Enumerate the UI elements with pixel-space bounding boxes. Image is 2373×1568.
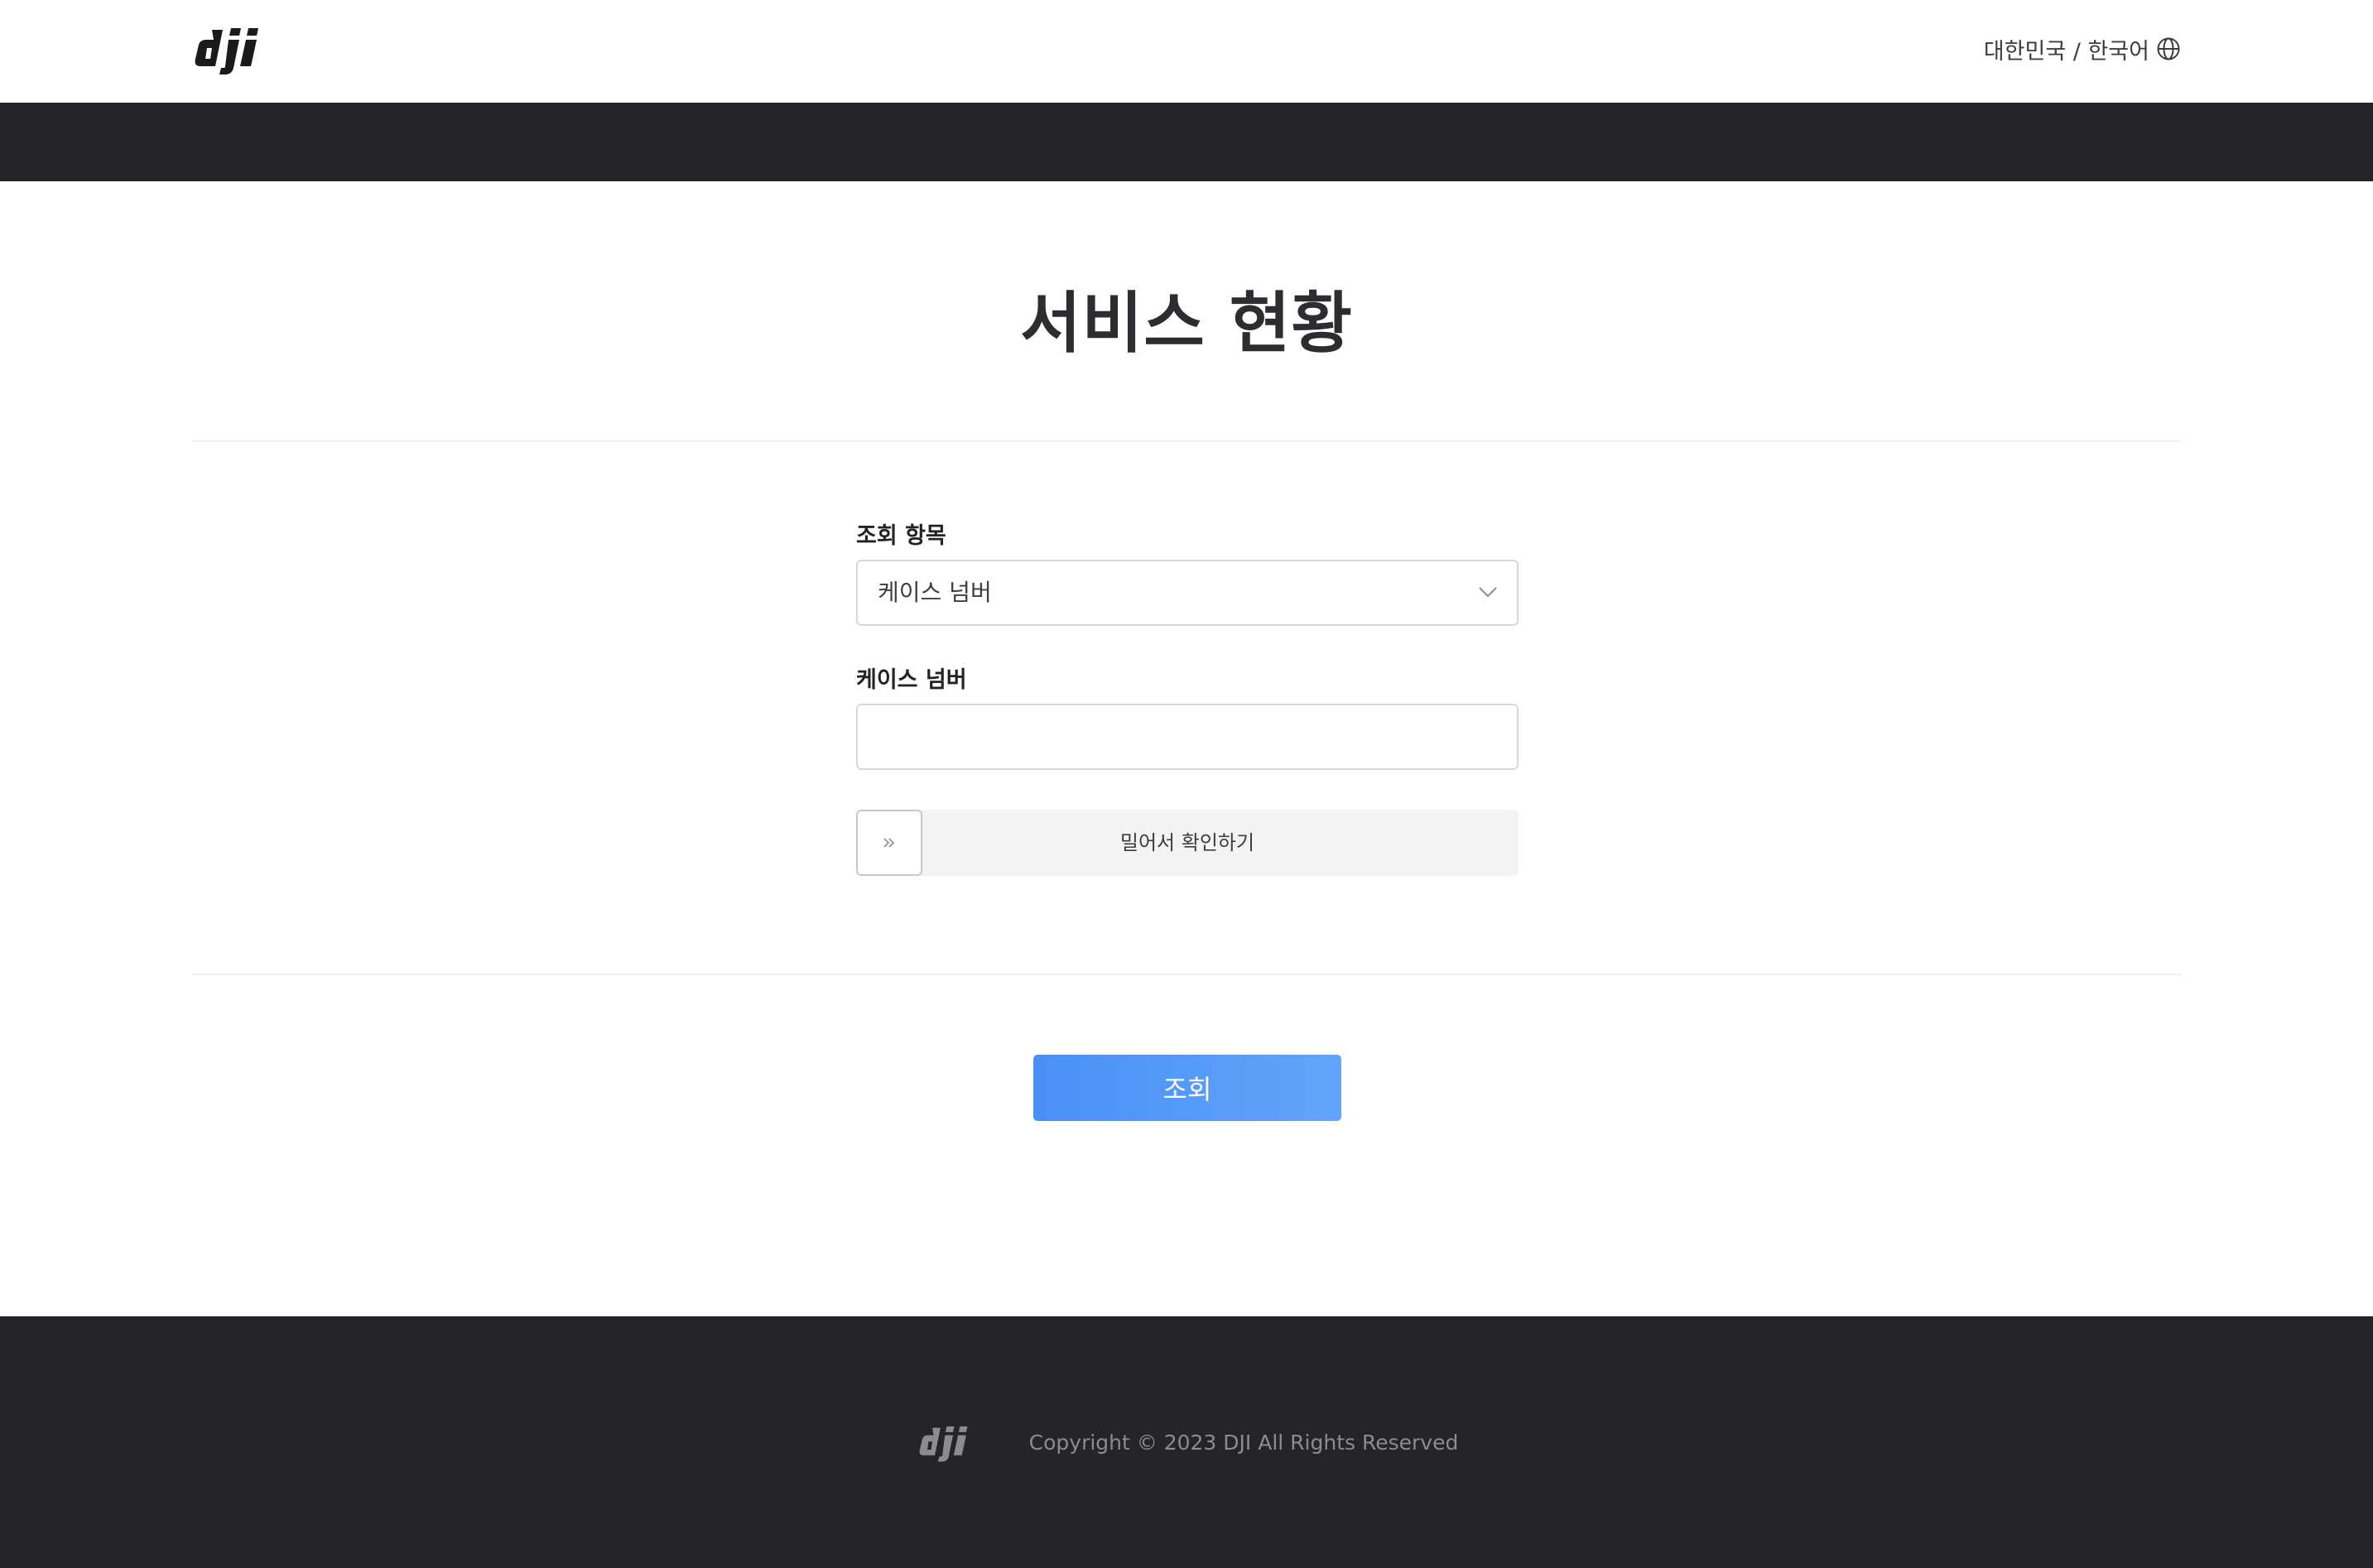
query-type-label: 조회 항목 — [856, 523, 946, 549]
query-type-select[interactable]: 케이스 넘버 — [856, 560, 1519, 626]
submit-button[interactable]: 조회 — [1033, 1055, 1341, 1121]
case-number-input[interactable] — [856, 704, 1519, 770]
page-title: 서비스 현황 — [1020, 285, 1353, 362]
divider — [192, 974, 2181, 975]
site-footer: Copyright © 2023 DJI All Rights Reserved — [0, 1316, 2373, 1568]
query-type-selected-value: 케이스 넘버 — [878, 579, 992, 606]
double-chevron-right-icon — [883, 838, 895, 848]
dji-logo-icon — [919, 1426, 968, 1462]
footer-content: Copyright © 2023 DJI All Rights Reserved — [0, 1416, 2373, 1469]
language-selector[interactable]: 대한민국 / 한국어 — [1984, 31, 2181, 66]
navigation-bar — [0, 103, 2373, 181]
chevron-down-icon — [1479, 587, 1497, 598]
service-status-form: 조회 항목 케이스 넘버 케이스 넘버 밀어서 확인하기 — [856, 513, 1519, 876]
slider-handle[interactable] — [856, 810, 922, 876]
language-label[interactable]: 대한민국 / 한국어 — [1984, 33, 2149, 65]
divider — [192, 440, 2181, 442]
slide-to-verify: 밀어서 확인하기 — [856, 810, 1519, 876]
globe-icon — [2157, 37, 2180, 60]
dji-logo-icon[interactable] — [192, 22, 280, 76]
site-header: 대한민국 / 한국어 — [0, 0, 2373, 103]
copyright-text: Copyright © 2023 DJI All Rights Reserved — [1028, 1430, 1459, 1455]
case-number-label: 케이스 넘버 — [856, 667, 967, 693]
slide-to-verify-text: 밀어서 확인하기 — [1119, 831, 1255, 854]
